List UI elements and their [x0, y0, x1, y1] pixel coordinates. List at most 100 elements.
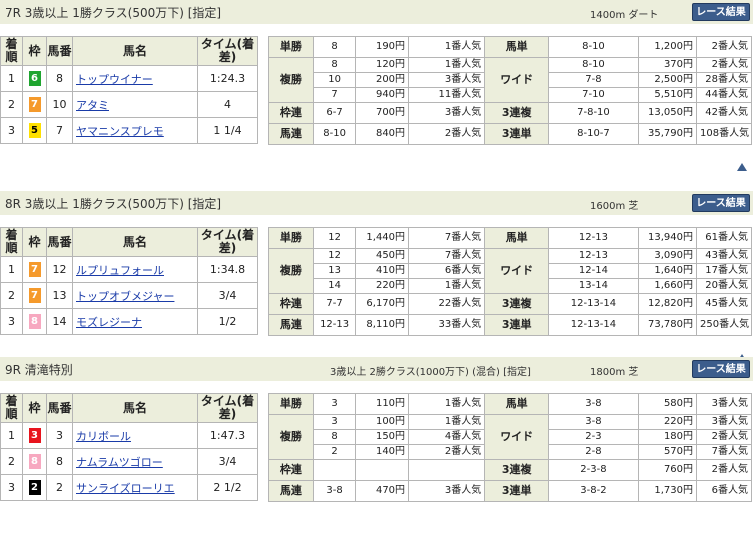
- wide-label: ワイド: [484, 414, 550, 460]
- payout-row: 馬連 12-13 8,110円 33番人気 3連単 12-13-14 73,780円 250番…: [268, 314, 752, 336]
- waku-cell: 3: [22, 422, 47, 449]
- wide-popularity: 20番人気: [696, 278, 752, 294]
- exacta-label: 馬単: [484, 227, 550, 249]
- bracket-payout: [355, 459, 410, 481]
- race-result-button[interactable]: レース結果: [692, 360, 750, 378]
- exacta-popularity: 2番人気: [696, 36, 752, 58]
- bracket-payout: 700円: [355, 102, 410, 124]
- result-row: 3 8 14 モズレジーナ 1/2: [0, 308, 258, 335]
- wide-popularity: 2番人気: [696, 57, 752, 73]
- win-label: 単勝: [268, 393, 314, 415]
- race-result-button[interactable]: レース結果: [692, 194, 750, 212]
- horse-name-link[interactable]: モズレジーナ: [76, 316, 142, 329]
- place-popularity: 11番人気: [408, 87, 486, 103]
- waku-badge: 7: [28, 262, 41, 277]
- horse-name-link[interactable]: ルプリュフォール: [76, 264, 164, 277]
- finish-header: 着順: [0, 393, 23, 423]
- trifecta-nums: 12-13-14: [548, 314, 639, 336]
- payout-row: 枠連 3連複 2-3-8 760円 2番人気: [268, 459, 752, 481]
- win-popularity: 1番人気: [408, 36, 486, 58]
- payout-row: 枠連 6-7 700円 3番人気 3連複 7-8-10 13,050円 42番人気: [268, 102, 752, 124]
- race-section: 9R 清滝特別 3歳以上 2勝クラス(1000万下) (混合) [指定] 1800m…: [0, 357, 753, 537]
- trifecta-label: 3連単: [484, 314, 550, 336]
- place-nums: 3: [312, 414, 357, 430]
- win-popularity: 1番人気: [408, 393, 486, 415]
- wide-popularity: 43番人気: [696, 248, 752, 264]
- waku-badge: 8: [28, 454, 41, 469]
- trifecta-popularity: 108番人気: [696, 123, 752, 145]
- trifecta-payout: 73,780円: [637, 314, 698, 336]
- exacta-payout: 1,200円: [637, 36, 698, 58]
- horse-cell: トップオブメジャー: [72, 282, 198, 309]
- horse-cell: ヤマニンスプレモ: [72, 117, 198, 144]
- wide-payout: 2,500円: [637, 72, 698, 88]
- trio-label: 3連複: [484, 293, 550, 315]
- horse-name-link[interactable]: サンライズローリエ: [76, 482, 175, 495]
- place-nums: 2: [312, 444, 357, 460]
- quinella-label: 馬連: [268, 123, 314, 145]
- place-payout: 200円: [355, 72, 410, 88]
- horse-name-link[interactable]: カリボール: [76, 430, 131, 443]
- place-nums: 8: [312, 429, 357, 445]
- result-row: 1 6 8 トップウイナー 1:24.3: [0, 65, 258, 92]
- wide-payout: 370円: [637, 57, 698, 73]
- trio-payout: 760円: [637, 459, 698, 481]
- horse-header: 馬名: [72, 227, 198, 257]
- payout-table: 単勝 3 110円 1番人気 馬単 3-8 580円 3番人気 複勝 3 100円 1番人気 ワイド 3-…: [268, 393, 752, 502]
- bracket-nums: 6-7: [312, 102, 357, 124]
- payout-row: 複勝 3 100円 1番人気 ワイド 3-8 220円 3番人気: [268, 414, 752, 460]
- trifecta-nums: 3-8-2: [548, 480, 639, 502]
- win-nums: 8: [312, 36, 357, 58]
- place-nums: 8: [312, 57, 357, 73]
- umaban: 7: [46, 117, 73, 144]
- payout-row: 複勝 8 120円 1番人気 ワイド 8-10 370円 2番人気: [268, 57, 752, 103]
- trio-payout: 13,050円: [637, 102, 698, 124]
- race-header: 7R 3歳以上 1勝クラス(500万下) [指定] 1400m ダート レース結果: [0, 0, 753, 24]
- results-table: 着順枠馬番 馬名 タイム(着差) 1 7 12 ルプリュフォール 1:34.8 2 7 13 トップオ…: [0, 227, 258, 335]
- waku-badge: 6: [28, 71, 41, 86]
- time: 3/4: [197, 448, 258, 475]
- race-distance: 1400m ダート: [590, 10, 659, 21]
- wide-payout: 1,640円: [637, 263, 698, 279]
- finish-position: 1: [0, 65, 23, 92]
- finish-position: 2: [0, 91, 23, 118]
- umaban: 8: [46, 65, 73, 92]
- wide-nums: 13-14: [548, 278, 639, 294]
- horse-name-link[interactable]: トップウイナー: [76, 73, 153, 86]
- place-nums: 7: [312, 87, 357, 103]
- race-condition: 3歳以上 2勝クラス(1000万下) (混合) [指定]: [330, 367, 531, 378]
- payout-row: 複勝 12 450円 7番人気 ワイド 12-13 3,090円 43番人気: [268, 248, 752, 294]
- exacta-label: 馬単: [484, 393, 550, 415]
- horse-name-link[interactable]: アタミ: [76, 99, 109, 112]
- horse-name-link[interactable]: ヤマニンスプレモ: [76, 125, 164, 138]
- umaban: 10: [46, 91, 73, 118]
- place-label: 複勝: [268, 414, 314, 460]
- bracket-popularity: 22番人気: [408, 293, 486, 315]
- trifecta-label: 3連単: [484, 123, 550, 145]
- place-popularity: 3番人気: [408, 72, 486, 88]
- horse-header: 馬名: [72, 393, 198, 423]
- wide-nums: 7-8: [548, 72, 639, 88]
- horse-name-link[interactable]: トップオブメジャー: [76, 290, 174, 303]
- place-popularity: 1番人気: [408, 278, 486, 294]
- race-result-button[interactable]: レース結果: [692, 3, 750, 21]
- waku-badge: 7: [28, 97, 41, 112]
- exacta-nums: 3-8: [548, 393, 639, 415]
- quinella-popularity: 33番人気: [408, 314, 486, 336]
- exacta-popularity: 61番人気: [696, 227, 752, 249]
- trio-popularity: 42番人気: [696, 102, 752, 124]
- place-nums: 12: [312, 248, 357, 264]
- waku-header: 枠: [22, 227, 47, 257]
- results-table: 着順枠馬番 馬名 タイム(着差) 1 3 3 カリボール 1:47.3 2 8 8 ナムラムツゴロー 3…: [0, 393, 258, 501]
- wide-payout: 3,090円: [637, 248, 698, 264]
- horse-name-link[interactable]: ナムラムツゴロー: [76, 456, 163, 469]
- umaban: 3: [46, 422, 73, 449]
- trio-nums: 2-3-8: [548, 459, 639, 481]
- waku-badge: 3: [28, 428, 41, 443]
- place-nums: 13: [312, 263, 357, 279]
- place-popularity: 1番人気: [408, 57, 486, 73]
- win-payout: 1,440円: [355, 227, 410, 249]
- result-row: 2 7 13 トップオブメジャー 3/4: [0, 282, 258, 309]
- finish-header: 着順: [0, 36, 23, 66]
- up-triangle-icon[interactable]: [737, 163, 747, 171]
